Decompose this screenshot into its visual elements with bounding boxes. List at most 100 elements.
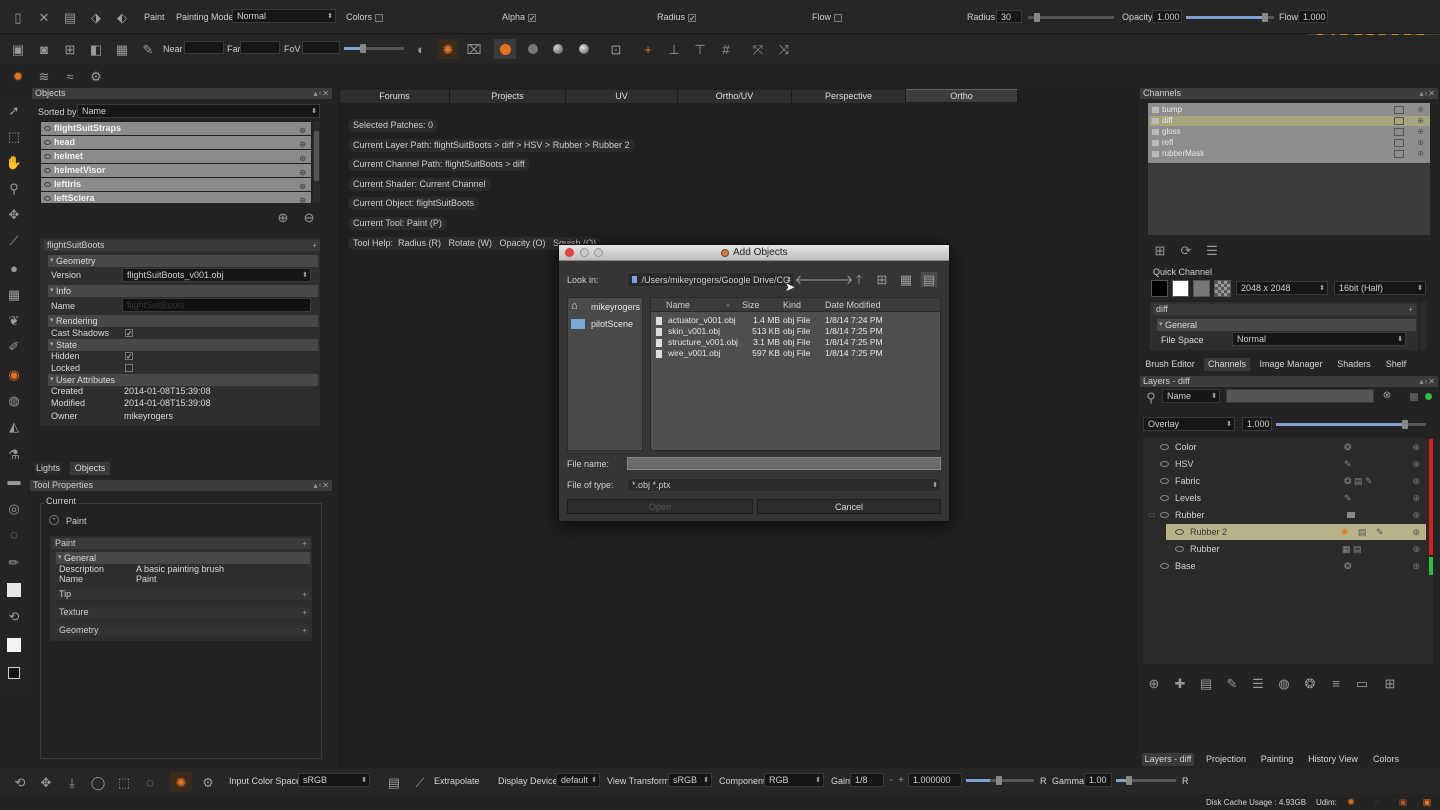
- add-layer-icon[interactable]: ⊕: [1146, 675, 1162, 691]
- painting-mode-select[interactable]: Normal ⬍: [232, 9, 336, 23]
- table-row[interactable]: skin_v001.obj 513 KB obj File 1/8/14 7:2…: [653, 326, 938, 337]
- fov-slider[interactable]: [344, 44, 404, 53]
- lock-icon[interactable]: ⊕: [1412, 439, 1420, 455]
- add-icon[interactable]: +: [1408, 304, 1414, 315]
- objects-scrollbar[interactable]: [313, 121, 320, 203]
- channel-options-icon[interactable]: ☰: [1205, 243, 1219, 257]
- sphere-orange-icon[interactable]: [494, 39, 516, 59]
- table-row[interactable]: Rubber ▦ ▤ ⊕: [1166, 541, 1426, 557]
- add-channel-icon[interactable]: ⊞: [1153, 243, 1167, 257]
- fov-input[interactable]: [302, 41, 340, 54]
- panel-controls-icon[interactable]: ▴▫✕: [313, 480, 330, 491]
- table-row[interactable]: HSV ✎ ⊕: [1144, 456, 1426, 472]
- lock-icon[interactable]: ⊕: [1412, 507, 1420, 523]
- merge-layers-icon[interactable]: ≡: [1328, 675, 1344, 691]
- lock-icon[interactable]: ⊕: [1412, 558, 1420, 574]
- panel-controls-icon[interactable]: ▴▫✕: [1419, 88, 1436, 99]
- ruler-tool-icon[interactable]: ⟋: [6, 232, 22, 248]
- view-transform-select[interactable]: sRGB ⬍: [668, 773, 712, 787]
- status-icon-3[interactable]: ▣: [1422, 797, 1432, 807]
- tab-projects[interactable]: Projects: [450, 90, 566, 103]
- pencil-tool-icon[interactable]: ✏: [6, 554, 22, 570]
- colors-toggle[interactable]: Colors: [346, 12, 384, 22]
- gain-increase-icon[interactable]: +: [896, 775, 906, 787]
- radius-input[interactable]: 30: [996, 10, 1022, 23]
- tab-objects[interactable]: Objects: [70, 462, 110, 475]
- visibility-eye-icon[interactable]: [44, 126, 51, 131]
- forward-arrow-icon[interactable]: 🡒: [819, 272, 854, 286]
- near-input[interactable]: [184, 41, 224, 54]
- zoom-tool-icon[interactable]: ⚲: [6, 180, 22, 196]
- lock-icon[interactable]: ⊕: [1412, 541, 1420, 557]
- drop-tool-icon[interactable]: ●: [6, 260, 22, 276]
- table-row[interactable]: Fabric ❂ ▤ ✎ ⊕: [1144, 473, 1426, 489]
- eyedropper-tool-icon[interactable]: ⚗: [6, 446, 22, 462]
- remove-object-icon[interactable]: ⊖: [302, 210, 316, 224]
- rendering-section[interactable]: Rendering: [48, 315, 318, 327]
- camera-icon[interactable]: ◙: [36, 41, 52, 57]
- status-icon-2[interactable]: ▣: [1398, 797, 1408, 807]
- slider-knob[interactable]: [996, 776, 1002, 785]
- list-item[interactable]: flightSuitStraps ⊕: [41, 122, 311, 135]
- close-file-icon[interactable]: ✕: [36, 9, 52, 25]
- lock-icon[interactable]: ⊕: [1417, 127, 1424, 137]
- cube-icon[interactable]: ◧: [88, 41, 104, 57]
- add-group-icon[interactable]: ☰: [1250, 675, 1266, 691]
- lock-icon[interactable]: ⊕: [1412, 524, 1420, 540]
- group-expand-icon[interactable]: ▭: [1148, 507, 1156, 523]
- export-icon[interactable]: ⬖: [114, 9, 130, 25]
- channel-depth-select[interactable]: 16bit (Half) ⬍: [1334, 281, 1426, 295]
- layer-search-input[interactable]: [1226, 389, 1374, 403]
- lasso-icon[interactable]: ◯: [90, 774, 106, 790]
- black-swatch[interactable]: [1151, 280, 1168, 297]
- udim-orange-icon[interactable]: ✺: [1346, 797, 1356, 807]
- cancel-button[interactable]: Cancel: [757, 499, 941, 514]
- grid-tool-icon[interactable]: ▦: [6, 286, 22, 302]
- list-item[interactable]: bump ⊕: [1150, 105, 1430, 115]
- grid-view-icon[interactable]: ⊞: [62, 41, 78, 57]
- alpha-toggle[interactable]: Alpha ✓: [502, 12, 537, 22]
- lock-icon[interactable]: ⊕: [1417, 116, 1424, 126]
- list-item[interactable]: leftIris ⊕: [41, 178, 311, 191]
- table-row[interactable]: Color ❂ ⊕: [1144, 439, 1426, 455]
- paint-radio-icon[interactable]: •: [49, 515, 59, 525]
- hidden-checkbox[interactable]: ✓: [125, 352, 133, 361]
- circle-select-icon[interactable]: ◌: [142, 774, 158, 790]
- place-item-home[interactable]: ⌂ mikeyrogers: [571, 300, 641, 314]
- state-section[interactable]: State: [48, 339, 318, 351]
- file-type-select[interactable]: *.obj *.ptx ⬍: [627, 478, 941, 492]
- tab-shelf[interactable]: Shelf: [1380, 358, 1412, 371]
- opacity-slider[interactable]: [1186, 13, 1274, 22]
- tab-forums[interactable]: Forums: [340, 90, 450, 103]
- column-header-name[interactable]: Name: [666, 300, 690, 310]
- select-arrow-tool-icon[interactable]: ➚: [6, 102, 22, 118]
- lock-icon[interactable]: ⊕: [299, 194, 306, 207]
- detail-view-icon[interactable]: ▤: [921, 272, 937, 287]
- channel-general-section[interactable]: General: [1157, 319, 1416, 331]
- layers-stack-icon[interactable]: ≋: [36, 68, 52, 84]
- smudge-tool-icon[interactable]: ◍: [6, 392, 22, 408]
- table-row[interactable]: wire_v001.obj 597 KB obj File 1/8/14 7:2…: [653, 348, 938, 359]
- back-arrow-icon[interactable]: 🡐: [795, 272, 830, 286]
- table-row[interactable]: ▭ Rubber ⊕: [1144, 507, 1426, 523]
- visibility-eye-icon[interactable]: [1160, 478, 1169, 484]
- visibility-eye-icon[interactable]: [1160, 563, 1169, 569]
- panel-controls-icon[interactable]: ▴▫✕: [313, 88, 330, 99]
- add-paint-layer-icon[interactable]: ✚: [1172, 675, 1188, 691]
- refresh-channel-icon[interactable]: ⟳: [1179, 243, 1193, 257]
- list-item[interactable]: refl ⊕: [1150, 138, 1430, 148]
- eraser-tool-icon[interactable]: ◭: [6, 418, 22, 434]
- visibility-eye-icon[interactable]: [1160, 444, 1169, 450]
- minimize-window-icon[interactable]: [580, 248, 589, 257]
- gamma-input[interactable]: 1.00: [1084, 773, 1112, 787]
- column-header-kind[interactable]: Kind: [783, 300, 801, 310]
- tab-perspective[interactable]: Perspective: [792, 90, 906, 103]
- visibility-eye-icon[interactable]: [44, 140, 51, 145]
- geometry-tool-section[interactable]: Geometry +: [56, 625, 310, 636]
- slider-knob[interactable]: [1402, 420, 1408, 429]
- tab-colors[interactable]: Colors: [1368, 753, 1404, 766]
- transform-icon[interactable]: ⤧: [750, 41, 766, 57]
- brush-tool-icon[interactable]: ❦: [6, 312, 22, 328]
- input-color-space-select[interactable]: sRGB ⬍: [298, 773, 370, 787]
- background-swatch[interactable]: [7, 638, 21, 652]
